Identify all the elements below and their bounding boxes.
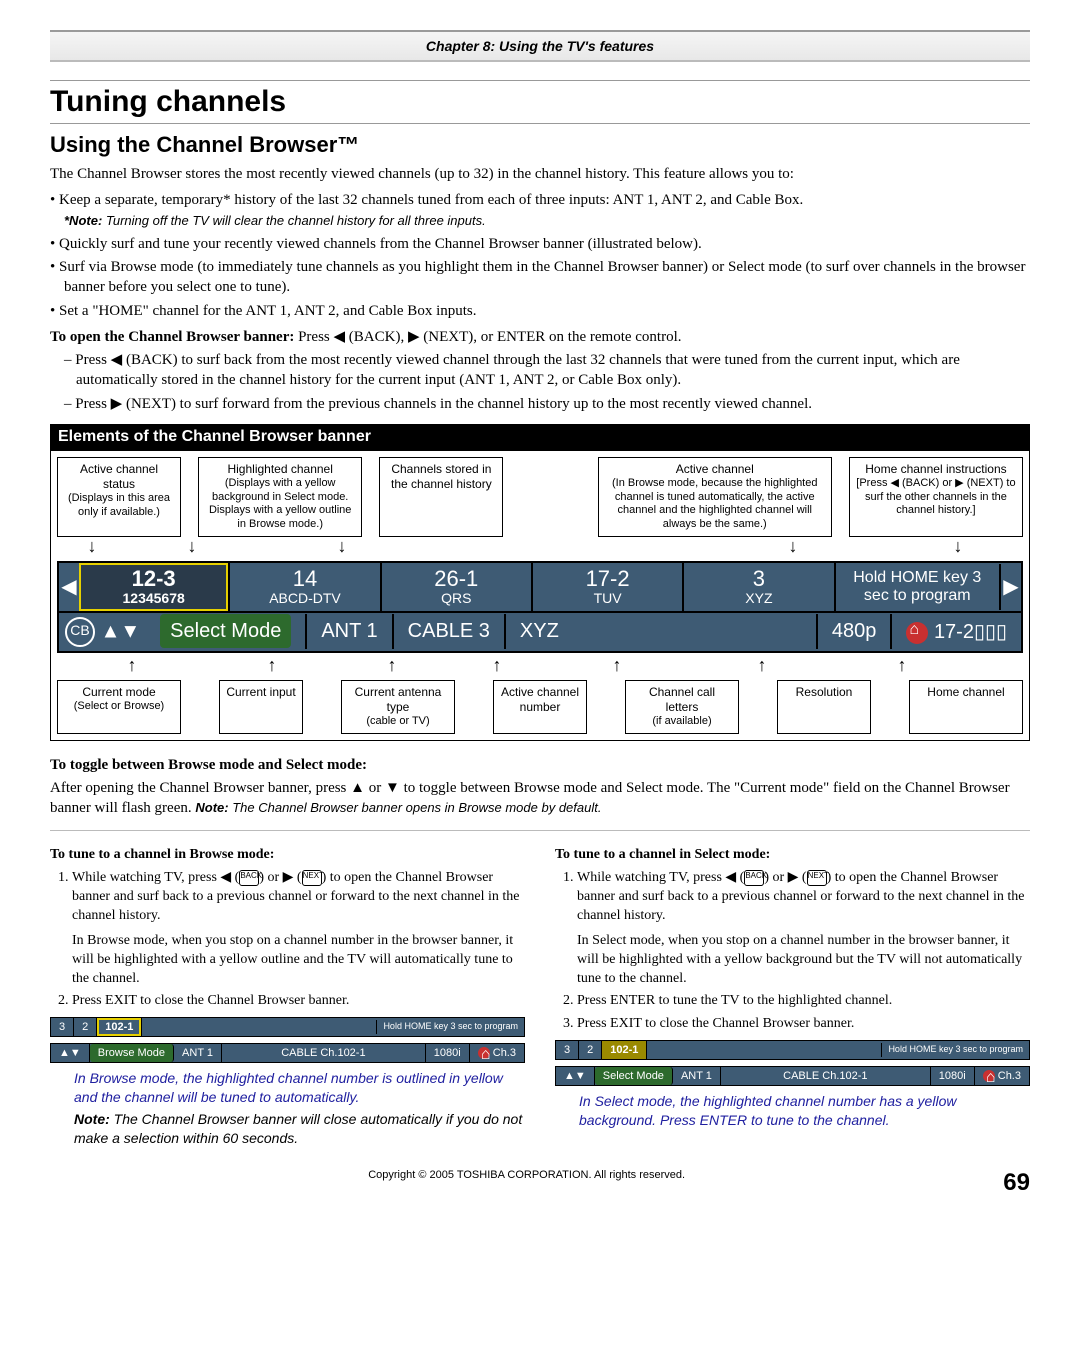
- browse-step-2: Press EXIT to close the Channel Browser …: [72, 992, 525, 1011]
- open-banner: To open the Channel Browser banner: Pres…: [50, 327, 1030, 347]
- label-home-channel: Home channel: [909, 680, 1023, 734]
- browse-step-1: While watching TV, press ◀ (BACK) or ▶ (…: [72, 869, 525, 988]
- home-icon: [478, 1047, 490, 1059]
- toggle-body: After opening the Channel Browser banner…: [50, 778, 1030, 819]
- hold-home-text: Hold HOME key 3 sec to program: [836, 564, 1001, 610]
- bullet-3: Surf via Browse mode (to immediately tun…: [50, 257, 1030, 298]
- select-mode-column: To tune to a channel in Select mode: Whi…: [555, 843, 1030, 1151]
- channel-slot-2: 26-1QRS: [382, 563, 533, 611]
- browse-mode-column: To tune to a channel in Browse mode: Whi…: [50, 843, 525, 1151]
- toggle-heading: To toggle between Browse mode and Select…: [50, 757, 367, 773]
- chapter-header: Chapter 8: Using the TV's features: [50, 30, 1030, 62]
- browse-mini-banner: 32102-1 Hold HOME key 3 sec to program: [50, 1017, 525, 1037]
- select-step-3: Press EXIT to close the Channel Browser …: [577, 1015, 1030, 1034]
- label-active-channel: Active channel(In Browse mode, because t…: [598, 457, 832, 537]
- open-sub-2: – Press ▶ (NEXT) to surf forward from th…: [50, 394, 1030, 414]
- feature-list: Keep a separate, temporary* history of t…: [50, 190, 1030, 321]
- open-banner-lead: To open the Channel Browser banner:: [50, 329, 294, 345]
- section-title: Using the Channel Browser™: [50, 132, 1030, 158]
- resolution-value: 480p: [818, 614, 893, 649]
- home-icon: [983, 1070, 995, 1082]
- select-caption: In Select mode, the highlighted channel …: [579, 1092, 1030, 1130]
- channel-slot-4: 3XYZ: [684, 563, 835, 611]
- browse-note: Note: The Channel Browser banner will cl…: [74, 1110, 525, 1148]
- select-mini-mode: ▲▼Select ModeANT 1CABLE Ch.102-11080i Ch…: [555, 1066, 1030, 1086]
- label-home-instr: Home channel instructions[Press ◀ (BACK)…: [849, 457, 1023, 537]
- browse-caption: In Browse mode, the highlighted channel …: [74, 1069, 525, 1107]
- home-channel-value: 17-2: [934, 621, 974, 643]
- bullet-2: Quickly surf and tune your recently view…: [50, 234, 1030, 254]
- note-text: Turning off the TV will clear the channe…: [102, 213, 485, 228]
- open-banner-text: Press ◀ (BACK), ▶ (NEXT), or ENTER on th…: [294, 329, 681, 345]
- next-icon: NEXT: [807, 870, 827, 886]
- right-arrow-icon: ▶: [1001, 574, 1021, 599]
- channel-slot-0: 12-312345678: [79, 563, 230, 611]
- left-arrow-icon: ◀: [59, 574, 79, 599]
- bullet-4: Set a "HOME" channel for the ANT 1, ANT …: [50, 301, 1030, 321]
- label-highlighted: Highlighted channel(Displays with a yell…: [198, 457, 362, 537]
- input-value: ANT 1: [307, 614, 393, 649]
- channel-strip: ◀ 12-312345678 14ABCD-DTV 26-1QRS 17-2TU…: [57, 561, 1023, 613]
- label-resolution: Resolution: [777, 680, 871, 734]
- page-number: 69: [1003, 1169, 1030, 1197]
- label-active-number: Active channel number: [493, 680, 587, 734]
- bullet-1: Keep a separate, temporary* history of t…: [59, 192, 803, 208]
- mode-value: Select Mode: [160, 614, 291, 648]
- antenna-value: CABLE 3: [394, 614, 506, 649]
- select-mini-banner: 32102-1 Hold HOME key 3 sec to program: [555, 1040, 1030, 1060]
- channel-slot-3: 17-2TUV: [533, 563, 684, 611]
- select-step-1-detail: In Select mode, when you stop on a chann…: [577, 932, 1030, 989]
- label-current-input: Current input: [219, 680, 303, 734]
- select-step-1: While watching TV, press ◀ (BACK) or ▶ (…: [577, 869, 1030, 988]
- call-letters-value: XYZ: [506, 614, 818, 649]
- label-current-mode: Current mode(Select or Browse): [57, 680, 181, 734]
- intro-text: The Channel Browser stores the most rece…: [50, 164, 1030, 184]
- browse-heading: To tune to a channel in Browse mode:: [50, 846, 525, 865]
- home-icon: [906, 622, 928, 644]
- label-call-letters: Channel call letters(if available): [625, 680, 739, 734]
- open-sub-1: – Press ◀ (BACK) to surf back from the m…: [50, 350, 1030, 391]
- footer: Copyright © 2005 TOSHIBA CORPORATION. Al…: [50, 1169, 1030, 1181]
- next-icon: NEXT: [302, 870, 322, 886]
- page-title: Tuning channels: [50, 80, 1030, 124]
- browse-step-1-detail: In Browse mode, when you stop on a chann…: [72, 932, 525, 989]
- updown-icon: ▲▼: [101, 620, 141, 642]
- note-label: *Note:: [64, 213, 102, 228]
- label-active-status: Active channel status(Displays in this a…: [57, 457, 181, 537]
- channel-slot-1: 14ABCD-DTV: [230, 563, 381, 611]
- back-icon: BACK: [744, 870, 764, 886]
- back-icon: BACK: [239, 870, 259, 886]
- label-stored: Channels stored in the channel history: [379, 457, 503, 537]
- select-step-2: Press ENTER to tune the TV to the highli…: [577, 992, 1030, 1011]
- browse-mini-mode: ▲▼Browse ModeANT 1CABLE Ch.102-11080i Ch…: [50, 1043, 525, 1063]
- cb-icon: CB: [65, 617, 95, 647]
- select-heading: To tune to a channel in Select mode:: [555, 846, 1030, 865]
- elements-header: Elements of the Channel Browser banner: [50, 424, 1030, 450]
- label-antenna-type: Current antenna type(cable or TV): [341, 680, 455, 734]
- browser-diagram: Active channel status(Displays in this a…: [50, 450, 1030, 741]
- mode-strip: CB ▲▼ Select Mode ANT 1 CABLE 3 XYZ 480p…: [57, 613, 1023, 653]
- divider: [50, 830, 1030, 831]
